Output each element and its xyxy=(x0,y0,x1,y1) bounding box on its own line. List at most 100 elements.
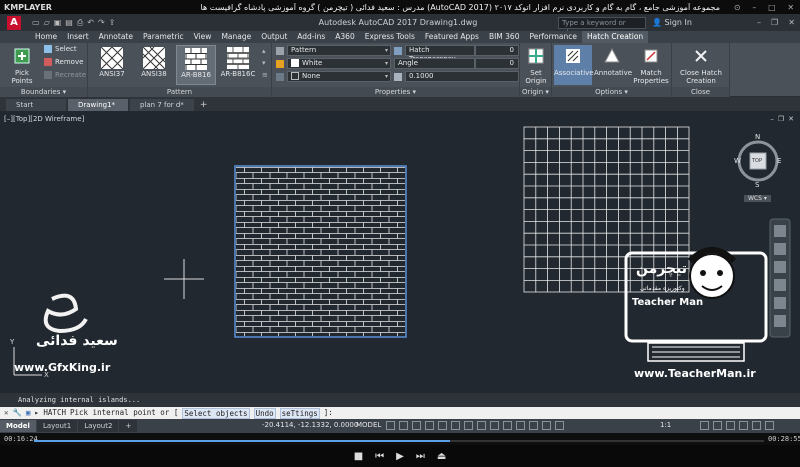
isodraft-toggle-icon[interactable] xyxy=(438,421,447,430)
layout-tab-model[interactable]: Model xyxy=(0,420,36,432)
file-tab-start[interactable]: Start xyxy=(6,99,66,111)
scale-input[interactable]: 0.1000 xyxy=(405,71,519,82)
pattern-expand-icon[interactable]: ≡ xyxy=(262,71,268,79)
set-origin-button[interactable]: Set Origin xyxy=(520,45,552,85)
save-icon[interactable]: ▣ xyxy=(54,18,62,28)
annotation-visibility-icon[interactable] xyxy=(529,421,538,430)
transparency-input[interactable]: 0 xyxy=(475,45,519,56)
stop-icon[interactable]: ■ xyxy=(354,451,363,462)
pattern-scroll-down-icon[interactable]: ▾ xyxy=(262,59,266,67)
next-icon[interactable]: ⏭ xyxy=(416,451,425,462)
pattern-swatch-ansi37[interactable]: ANSI37 xyxy=(92,45,132,85)
hatch-type-select[interactable]: Pattern ▾ xyxy=(287,45,391,56)
tab-annotate[interactable]: Annotate xyxy=(94,31,138,43)
minimize-icon[interactable]: – xyxy=(752,3,756,12)
match-properties-button[interactable]: Match Properties xyxy=(632,45,670,85)
tab-view[interactable]: View xyxy=(189,31,217,43)
saveas-icon[interactable]: ▤ xyxy=(65,18,73,28)
layout-tab-layout2[interactable]: Layout2 xyxy=(78,420,119,432)
maximize-icon[interactable]: □ xyxy=(768,3,776,12)
tab-a360[interactable]: A360 xyxy=(330,31,359,43)
transparency-label[interactable]: Hatch Transparency xyxy=(405,45,475,63)
annotation-monitor-icon[interactable] xyxy=(713,421,722,430)
tab-express-tools[interactable]: Express Tools xyxy=(360,31,420,43)
command-option-settings[interactable]: seTtings xyxy=(279,407,320,419)
grid-toggle-icon[interactable] xyxy=(386,421,395,430)
application-menu-button[interactable]: A xyxy=(0,14,28,31)
acad-restore-icon[interactable]: ❐ xyxy=(771,18,778,27)
osnap-toggle-icon[interactable] xyxy=(451,421,460,430)
angle-input[interactable]: 0 xyxy=(475,58,519,69)
command-option-undo[interactable]: Undo xyxy=(253,407,276,419)
tab-output[interactable]: Output xyxy=(256,31,292,43)
tab-performance[interactable]: Performance xyxy=(524,31,582,43)
origin-panel-label[interactable]: Origin ▾ xyxy=(520,87,551,97)
sign-in-button[interactable]: 👤 Sign In xyxy=(652,18,752,27)
drawing-area[interactable]: [–][Top][2D Wireframe] – ❐ ✕ Y X N S W E… xyxy=(0,111,800,393)
viewcube-label-top[interactable]: TOP xyxy=(752,158,762,164)
redo-icon[interactable]: ↷ xyxy=(98,18,105,28)
boundaries-panel-label[interactable]: Boundaries ▾ xyxy=(0,87,87,97)
new-tab-icon[interactable]: + xyxy=(196,99,212,111)
add-layout-icon[interactable]: + xyxy=(119,420,138,432)
pattern-swatch-ar-b816c[interactable]: AR-B816C xyxy=(218,45,258,85)
file-tab-plan7[interactable]: plan 7 for d* xyxy=(130,99,194,111)
properties-panel-label[interactable]: Properties ▾ xyxy=(272,87,519,97)
acad-close-icon[interactable]: ✕ xyxy=(788,18,795,27)
workspace-gear-icon[interactable] xyxy=(700,421,709,430)
close-icon[interactable]: ✕ xyxy=(787,3,794,12)
transparency-toggle-icon[interactable] xyxy=(490,421,499,430)
player-seek-bar[interactable] xyxy=(34,440,764,442)
share-icon[interactable]: ⇪ xyxy=(109,18,116,28)
select-boundary-button[interactable]: Select xyxy=(44,45,77,53)
hardware-acceleration-icon[interactable] xyxy=(739,421,748,430)
dynamic-ucs-icon[interactable] xyxy=(516,421,525,430)
remove-boundary-button[interactable]: Remove xyxy=(44,58,83,66)
close-hatch-creation-button[interactable]: Close Hatch Creation xyxy=(674,45,728,85)
previous-icon[interactable]: ⏮ xyxy=(375,451,384,462)
pattern-scroll-up-icon[interactable]: ▴ xyxy=(262,47,266,55)
pattern-swatch-ansi38[interactable]: ANSI38 xyxy=(134,45,174,85)
selection-cycling-icon[interactable] xyxy=(503,421,512,430)
command-option-select-objects[interactable]: Select objects xyxy=(182,407,250,419)
plot-icon[interactable]: ⎙ xyxy=(77,18,83,28)
tab-bim-360[interactable]: BIM 360 xyxy=(484,31,525,43)
play-icon[interactable]: ▶ xyxy=(396,451,404,462)
tab-add-ins[interactable]: Add-ins xyxy=(292,31,330,43)
pin-icon[interactable]: ⊙ xyxy=(734,3,741,12)
tab-parametric[interactable]: Parametric xyxy=(138,31,189,43)
undo-icon[interactable]: ↶ xyxy=(87,18,94,28)
polar-toggle-icon[interactable] xyxy=(425,421,434,430)
new-icon[interactable]: ▭ xyxy=(32,18,40,28)
open-icon[interactable]: ▱ xyxy=(44,18,50,28)
pick-points-button[interactable]: Pick Points xyxy=(4,45,40,85)
tab-featured-apps[interactable]: Featured Apps xyxy=(420,31,484,43)
options-panel-label[interactable]: Options ▾ xyxy=(552,87,671,97)
hatch-color-select[interactable]: White ▾ xyxy=(287,58,391,69)
autoscale-icon[interactable] xyxy=(542,421,551,430)
eject-icon[interactable]: ⏏ xyxy=(437,451,446,462)
command-close-icon[interactable]: ✕ xyxy=(4,407,9,419)
otrack-toggle-icon[interactable] xyxy=(464,421,473,430)
layout-tab-layout1[interactable]: Layout1 xyxy=(36,420,78,432)
acad-minimize-icon[interactable]: – xyxy=(757,18,761,27)
pattern-swatch-ar-b816[interactable]: AR-B816 xyxy=(176,45,216,85)
command-settings-icon[interactable]: 🔧 xyxy=(13,407,22,419)
annotation-scale-icon[interactable] xyxy=(555,421,564,430)
tab-hatch-creation[interactable]: Hatch Creation xyxy=(582,31,649,43)
command-line[interactable]: ✕ 🔧 ▣ ▸ HATCH Pick internal point or [ S… xyxy=(0,407,800,419)
command-recent-icon[interactable]: ▣ xyxy=(26,407,31,419)
clean-screen-icon[interactable] xyxy=(752,421,761,430)
search-input[interactable]: Type a keyword or phrase xyxy=(558,16,646,37)
hatch-background-select[interactable]: None ▾ xyxy=(287,71,391,82)
cursor-coordinates[interactable]: -20.4114, -12.1332, 0.0000 xyxy=(262,421,358,429)
model-space-toggle[interactable]: MODEL xyxy=(356,421,381,429)
tab-insert[interactable]: Insert xyxy=(62,31,94,43)
associative-button[interactable]: Associative xyxy=(554,45,594,85)
ortho-toggle-icon[interactable] xyxy=(412,421,421,430)
annotation-scale[interactable]: 1:1 xyxy=(660,421,671,429)
recreate-boundary-button[interactable]: Recreate xyxy=(44,71,86,79)
hatched-rectangle[interactable] xyxy=(234,165,407,338)
wcs-menu[interactable]: WCS ▾ xyxy=(744,195,771,202)
file-tab-drawing1[interactable]: Drawing1* xyxy=(68,99,128,111)
